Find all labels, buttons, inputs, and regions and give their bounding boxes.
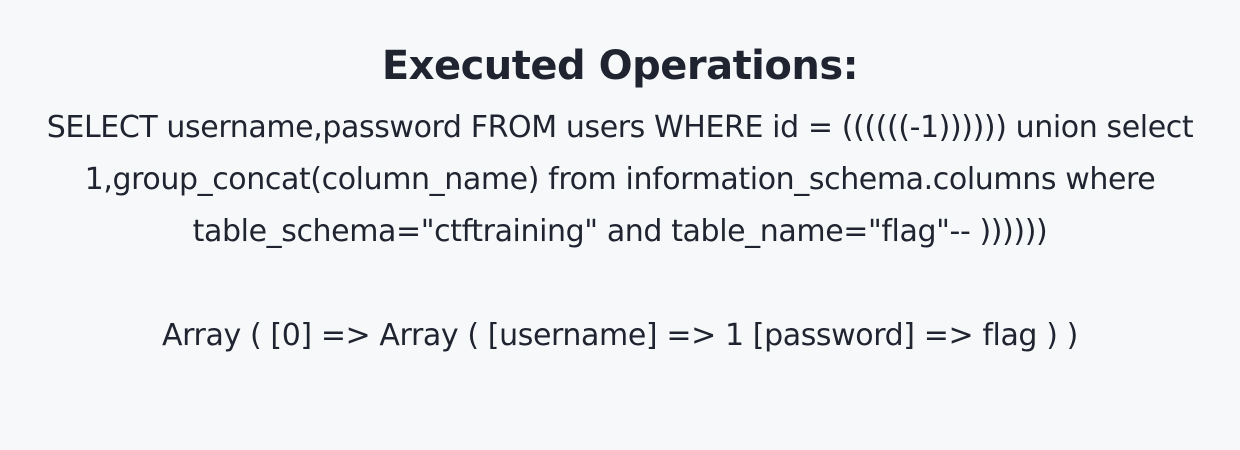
- query-line: table_schema="ctftraining" and table_nam…: [192, 214, 1048, 249]
- executed-query: SELECT username,password FROM users WHER…: [20, 102, 1220, 258]
- query-result: Array ( [0] => Array ( [username] => 1 […: [162, 318, 1078, 353]
- query-line: 1,group_concat(column_name) from informa…: [84, 162, 1156, 197]
- query-line: SELECT username,password FROM users WHER…: [46, 110, 1194, 145]
- page-title: Executed Operations:: [381, 43, 859, 89]
- page: Executed Operations: SELECT username,pas…: [0, 0, 1240, 450]
